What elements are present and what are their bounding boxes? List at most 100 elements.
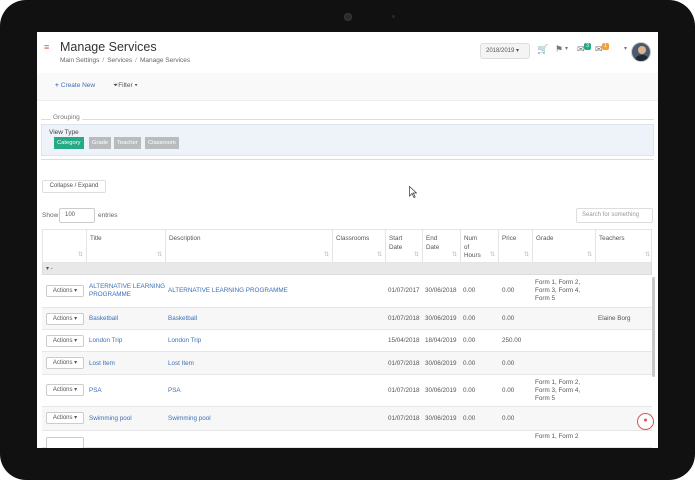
table-header: ⇅ Title ⇅ Description ⇅ Classrooms ⇅ Start … — [42, 229, 653, 264]
row-description: ALTERNATIVE LEARNING PROGRAMME — [168, 287, 288, 294]
menu-icon[interactable]: ≡ — [44, 43, 49, 52]
row-grade: Form 1, Form 2 — [535, 433, 579, 440]
group-toggle-icon[interactable]: ▾ - — [46, 265, 53, 272]
row-start-date: 15/04/2018 — [388, 337, 420, 344]
sort-icon: ⇅ — [323, 251, 329, 258]
row-description: London Trip — [168, 337, 202, 344]
breadcrumb-main-settings[interactable]: Main Settings — [60, 57, 99, 64]
row-price: 0.00 — [502, 315, 515, 322]
breadcrumb-services[interactable]: Services — [107, 57, 132, 64]
mouse-cursor-icon — [409, 186, 417, 198]
avatar[interactable] — [631, 42, 651, 62]
row-hours: 0.00 — [463, 315, 476, 322]
row-description: PSA — [168, 387, 181, 394]
filter-button[interactable]: ⏷Filter ▾ — [113, 82, 138, 90]
actions-button[interactable]: Actions ▾ — [46, 335, 84, 347]
page-header: ≡ Manage Services Main Settings / Services… — [37, 32, 658, 72]
camera — [344, 13, 352, 21]
row-price: 0.00 — [502, 360, 515, 367]
actions-button[interactable]: Actions ▾ — [46, 412, 84, 424]
sort-icon: ⇅ — [156, 251, 162, 258]
row-title[interactable]: ALTERNATIVE LEARNING PROGRAMME — [89, 283, 167, 299]
row-hours: 0.00 — [463, 360, 476, 367]
user-menu-chevron-icon[interactable]: ▾ — [624, 44, 627, 54]
row-title[interactable]: Lost Item — [89, 360, 115, 368]
table-row: Actions ▾ PSA PSA 01/07/2018 30/06/2019 … — [42, 375, 652, 407]
row-description: Swimming pool — [168, 415, 211, 422]
actions-button[interactable] — [46, 437, 84, 448]
sort-icon: ⇅ — [644, 251, 650, 258]
group-row[interactable]: ▾ - — [42, 263, 652, 275]
sort-icon: ⇅ — [451, 251, 457, 258]
row-end-date: 18/04/2019 — [425, 337, 457, 344]
row-description: Basketball — [168, 315, 198, 322]
row-end-date: 30/06/2019 — [425, 360, 457, 367]
row-price: 0.00 — [502, 387, 515, 394]
chat-count-badge: 3 — [584, 43, 591, 50]
tablet-frame: ≡ Manage Services Main Settings / Services… — [0, 0, 695, 480]
academic-year-select[interactable]: 2018/2019 ▾ — [480, 43, 530, 59]
search-input[interactable]: Search for something — [576, 208, 653, 223]
sort-icon: ⇅ — [586, 251, 592, 258]
table-row: Actions ▾ Basketball Basketball 01/07/20… — [42, 308, 652, 330]
sensor — [392, 15, 395, 18]
actions-button[interactable]: Actions ▾ — [46, 285, 84, 297]
toolbar: + Create New ⏷Filter ▾ — [37, 73, 658, 101]
column-header-start-date[interactable]: Start Date ⇅ — [386, 230, 423, 264]
row-hours: 0.00 — [463, 415, 476, 422]
screen: ≡ Manage Services Main Settings / Services… — [37, 32, 658, 448]
view-type-label: View Type — [49, 129, 79, 136]
grouping-divider — [41, 119, 654, 120]
row-grade: Form 1, Form 2, Form 3, Form 4, Form 5 — [535, 279, 581, 302]
plus-icon: + — [55, 82, 59, 89]
row-description: Lost Item — [168, 360, 194, 367]
scrollbar[interactable] — [652, 277, 655, 377]
row-start-date: 01/07/2018 — [388, 360, 420, 367]
actions-button[interactable]: Actions ▾ — [46, 357, 84, 369]
view-type-classroom[interactable]: Classroom — [145, 137, 179, 149]
column-header-classrooms[interactable]: Classrooms ⇅ — [333, 230, 386, 264]
row-end-date: 30/06/2019 — [425, 387, 457, 394]
row-hours: 0.00 — [463, 337, 476, 344]
column-header-description[interactable]: Description ⇅ — [166, 230, 333, 264]
column-header-teachers[interactable]: Teachers ⇅ — [596, 230, 653, 264]
flag-icon[interactable]: ⚑ — [555, 44, 563, 54]
sort-icon: ⇅ — [523, 251, 529, 258]
table-row: Actions ▾ ALTERNATIVE LEARNING PROGRAMME… — [42, 275, 652, 308]
breadcrumb: Main Settings / Services / Manage Services — [60, 57, 191, 64]
view-type-teacher[interactable]: Teacher — [114, 137, 141, 149]
column-header-grade[interactable]: Grade ⇅ — [533, 230, 596, 264]
breadcrumb-manage-services: Manage Services — [139, 57, 191, 64]
sort-icon: ⇅ — [376, 251, 382, 258]
mail-count-badge: 1 — [602, 43, 609, 50]
row-start-date: 01/07/2018 — [388, 387, 420, 394]
row-title[interactable]: PSA — [89, 387, 102, 395]
row-start-date: 01/07/2018 — [388, 315, 420, 322]
chevron-down-icon[interactable]: ▾ — [565, 44, 568, 54]
column-header-title[interactable]: Title ⇅ — [87, 230, 166, 264]
grouping-label: Grouping — [51, 114, 82, 121]
sort-icon: ⇅ — [77, 251, 83, 258]
row-start-date: 01/07/2018 — [388, 415, 420, 422]
column-header-end-date[interactable]: End Date ⇅ — [423, 230, 461, 264]
column-header-actions[interactable]: ⇅ — [43, 230, 87, 264]
column-header-num-of-hours[interactable]: Num of Hours ⇅ — [461, 230, 499, 264]
row-grade: Form 1, Form 2, Form 3, Form 4, Form 5 — [535, 379, 581, 402]
grouping-bottom-divider — [41, 159, 654, 160]
collapse-expand-button[interactable]: Collapse / Expand — [42, 180, 106, 193]
cart-icon[interactable]: 🛒 — [537, 44, 548, 54]
chat-bubble-icon[interactable]: ● — [637, 413, 654, 430]
column-header-price[interactable]: Price ⇅ — [499, 230, 533, 264]
actions-button[interactable]: Actions ▾ — [46, 313, 84, 325]
view-type-grade[interactable]: Grade — [89, 137, 112, 149]
row-price: 250.00 — [502, 337, 522, 344]
table-row: Actions ▾ Lost Item Lost Item 01/07/2018… — [42, 352, 652, 375]
row-title[interactable]: Swimming pool — [89, 415, 132, 423]
entries-per-page-select[interactable]: 100 — [59, 208, 95, 223]
row-end-date: 30/06/2019 — [425, 315, 457, 322]
row-title[interactable]: Basketball — [89, 315, 118, 323]
create-new-button[interactable]: + Create New — [55, 82, 95, 89]
actions-button[interactable]: Actions ▾ — [46, 384, 84, 396]
view-type-category[interactable]: Category — [54, 137, 84, 149]
row-title[interactable]: London Trip — [89, 337, 122, 345]
